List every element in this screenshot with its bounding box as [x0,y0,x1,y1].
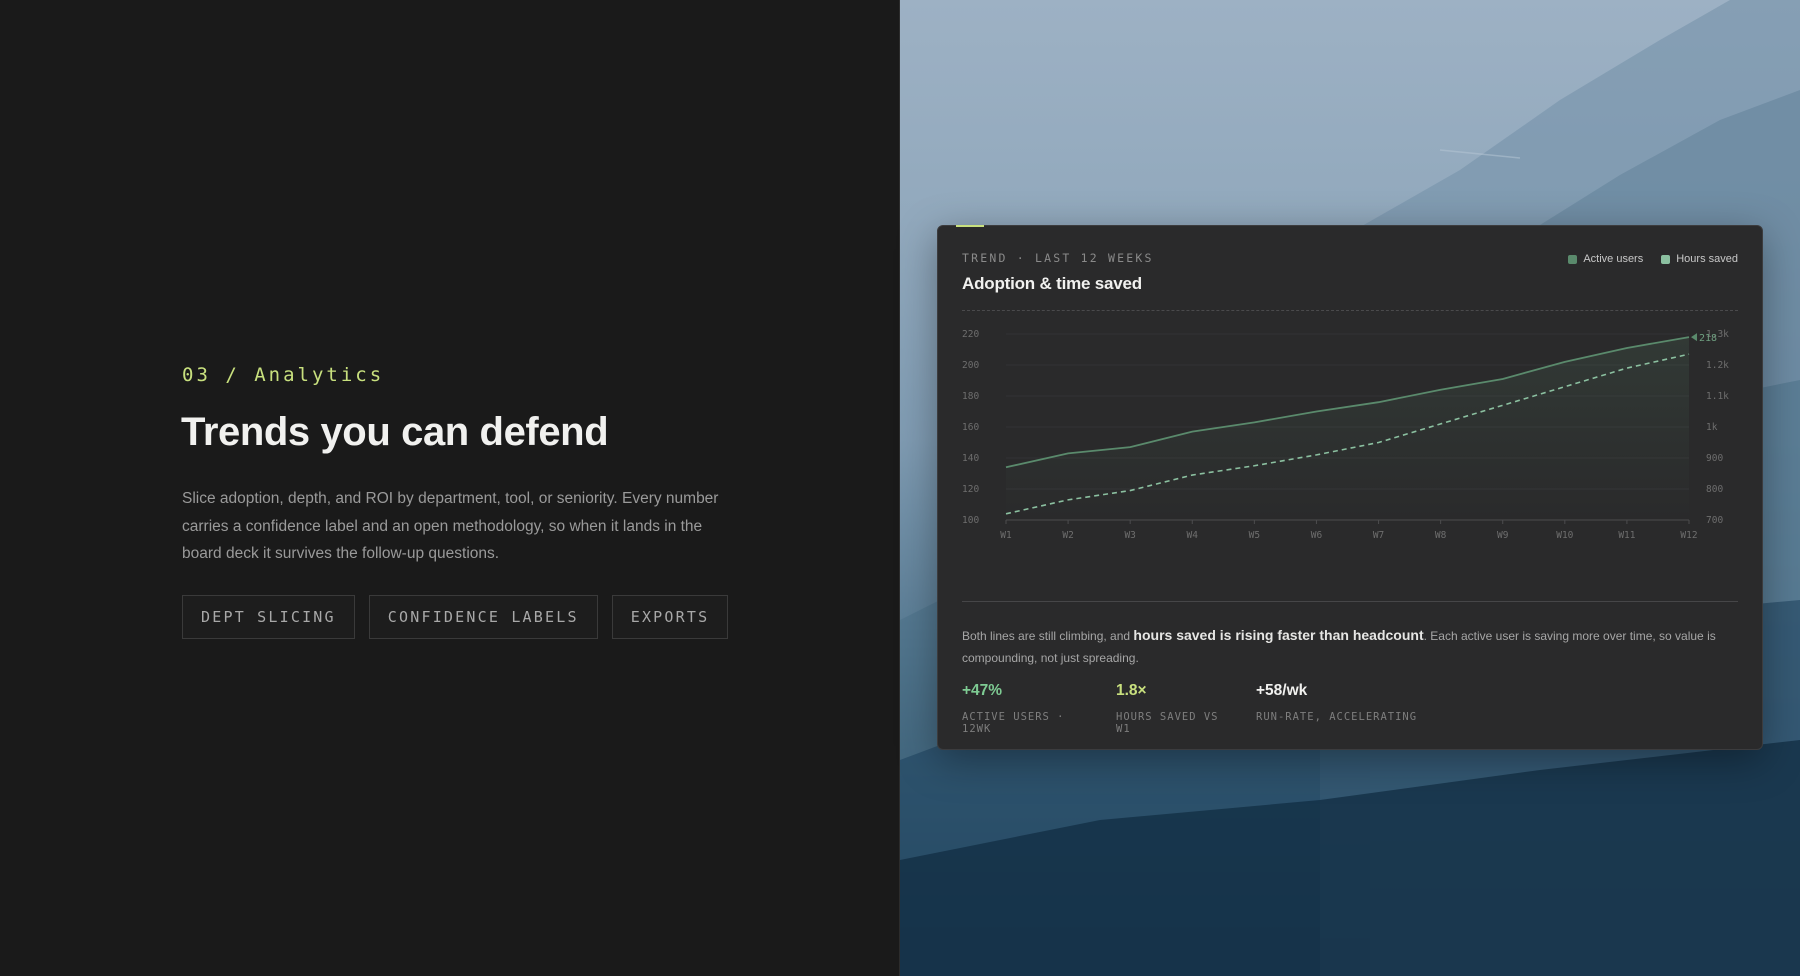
y-left-tick-160: 160 [962,422,979,433]
stat-active-users: +47% ACTIVE USERS · 12WK [962,682,1092,735]
stat-run-rate: +58/wk RUN-RATE, ACCELERATING [1256,682,1417,735]
stat-label-run-rate: RUN-RATE, ACCELERATING [1256,711,1418,723]
chip-confidence-labels[interactable]: CONFIDENCE LABELS [368,595,598,639]
legend-label-hours-saved: Hours saved [1676,253,1738,265]
y-left-tick-200: 200 [962,360,979,371]
section-description: Slice adoption, depth, and ROI by depart… [182,490,719,562]
stat-label-hours-saved: HOURS SAVED VS W1 [1116,711,1219,735]
chart-legend: Active users Hours saved [1568,253,1738,265]
stat-label-active-users: ACTIVE USERS · 12WK [962,711,1065,735]
y-left-tick-180: 180 [962,391,979,402]
card-eyebrow: TREND · LAST 12 WEEKS [962,251,1154,265]
y-right-tick-800: 800 [1706,484,1723,495]
section-title: Trends you can defend [181,410,609,454]
section-eyebrow: 03 / Analytics [182,364,385,386]
left-panel: 03 / Analytics Trends you can defend Sli… [0,0,899,976]
stat-hours-saved: 1.8× HOURS SAVED VS W1 [1116,682,1232,735]
x-tick-W11: W11 [1618,530,1635,541]
y-right-tick-1k: 1k [1706,422,1718,433]
stat-value-run-rate: +58/wk [1256,682,1308,699]
legend-active-users[interactable]: Active users [1568,253,1643,265]
card-title: Adoption & time saved [962,274,1142,293]
stat-value-active-users: +47% [962,682,1003,699]
y-right-tick-900: 900 [1706,453,1723,464]
x-tick-W7: W7 [1373,530,1384,541]
chart-summary: Both lines are still climbing, and hours… [962,624,1742,669]
x-tick-W4: W4 [1187,530,1199,541]
chart-divider [962,601,1738,602]
x-tick-W2: W2 [1062,530,1073,541]
y-right-tick-1.1k: 1.1k [1706,391,1729,402]
y-left-tick-220: 220 [962,329,979,340]
y-left-tick-140: 140 [962,453,979,464]
trend-card: TREND · LAST 12 WEEKS Adoption & time sa… [937,225,1763,750]
chip-exports[interactable]: EXPORTS [611,595,729,639]
stat-row: +47% ACTIVE USERS · 12WK 1.8× HOURS SAVE… [962,682,1417,735]
trend-line-chart[interactable]: 100 120 140 160 180 200 220 700 800 900 1k 1.1k 1.2k… [938,316,1764,601]
x-tick-W12: W12 [1680,530,1697,541]
legend-hours-saved[interactable]: Hours saved [1661,253,1738,265]
y-left-tick-120: 120 [962,484,979,495]
legend-swatch-hours-saved [1661,254,1671,264]
x-tick-W5: W5 [1249,530,1260,541]
card-accent-bar [956,225,984,227]
x-tick-W6: W6 [1311,530,1323,541]
x-tick-W8: W8 [1435,530,1447,541]
x-tick-W1: W1 [1000,530,1012,541]
stat-value-hours-saved: 1.8× [1116,682,1147,699]
chip-dept-slicing[interactable]: DEPT SLICING [182,595,355,639]
header-divider [962,310,1738,311]
y-right-tick-700: 700 [1706,515,1723,526]
end-value-label: 218 [1699,333,1717,344]
x-tick-W10: W10 [1556,530,1573,541]
feature-chips: DEPT SLICING CONFIDENCE LABELS EXPORTS [182,595,729,639]
summary-intro: Both lines are still climbing, and [962,629,1134,643]
summary-highlight: hours saved is rising faster than headco… [1133,627,1424,643]
x-tick-W3: W3 [1124,530,1135,541]
legend-swatch-active-users [1568,254,1578,264]
x-tick-W9: W9 [1497,530,1509,541]
legend-label-active-users: Active users [1583,253,1644,265]
end-marker-icon [1691,333,1697,342]
y-right-tick-1.2k: 1.2k [1706,360,1729,371]
y-left-tick-100: 100 [962,515,979,526]
